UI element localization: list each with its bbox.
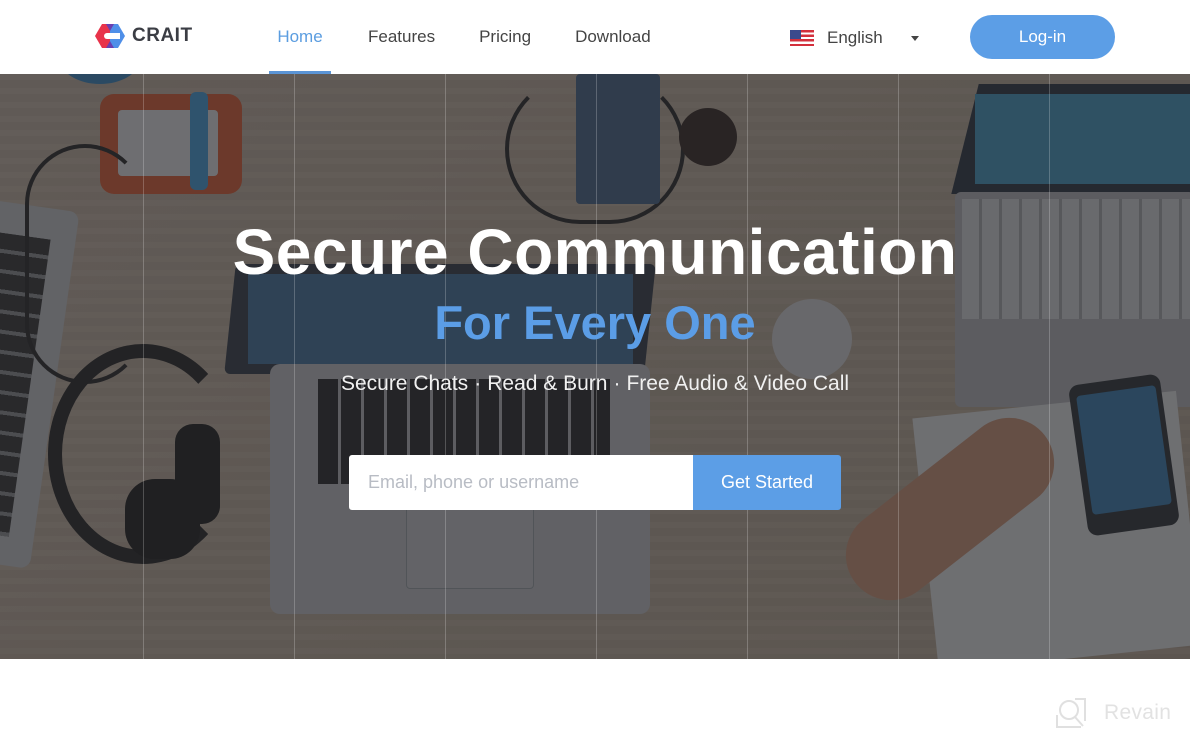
- nav-item-features[interactable]: Features: [368, 0, 435, 74]
- feature-separator: ·: [613, 372, 621, 395]
- us-flag-icon: [790, 30, 814, 46]
- nav-item-pricing[interactable]: Pricing: [479, 0, 531, 74]
- hero-headline: Secure Communication: [232, 216, 958, 288]
- site-header: CRAIT Home Features Pricing Download Eng…: [0, 0, 1190, 74]
- feature-audio-video-call: Free Audio & Video Call: [626, 372, 850, 395]
- caret-down-icon: [910, 35, 919, 41]
- login-button[interactable]: Log-in: [970, 15, 1115, 59]
- nav-item-label: Download: [575, 27, 651, 46]
- revain-logo-icon: [1056, 698, 1086, 728]
- feature-separator: ·: [474, 372, 482, 395]
- language-selector[interactable]: English: [790, 25, 919, 51]
- main-nav: Home Features Pricing Download: [269, 0, 651, 74]
- logo-text: CRAIT: [132, 25, 193, 46]
- nav-item-label: Pricing: [479, 27, 532, 46]
- watermark-text: Revain: [1104, 701, 1172, 724]
- hero-content: Secure Communication For Every One Secur…: [0, 74, 1190, 659]
- hero-subheadline: For Every One: [434, 296, 756, 349]
- revain-watermark: Revain: [1055, 697, 1171, 729]
- feature-read-and-burn: Read & Burn: [487, 372, 608, 395]
- hero-section: Secure Communication For Every One Secur…: [0, 74, 1190, 659]
- nav-item-label: Home: [277, 27, 323, 46]
- logo[interactable]: CRAIT: [94, 22, 193, 50]
- signup-identifier-input[interactable]: [349, 455, 693, 510]
- language-label: English: [827, 28, 883, 47]
- nav-item-download[interactable]: Download: [575, 0, 651, 74]
- crait-hexagon-logo-icon: [95, 24, 125, 48]
- signup-form: Get Started: [349, 455, 841, 510]
- hero-feature-list: Secure Chats · Read & Burn · Free Audio & Vi…: [0, 372, 1190, 396]
- feature-secure-chats: Secure Chats: [340, 372, 469, 395]
- nav-item-label: Features: [368, 27, 436, 46]
- nav-item-home[interactable]: Home: [269, 0, 331, 74]
- get-started-button[interactable]: Get Started: [693, 455, 841, 510]
